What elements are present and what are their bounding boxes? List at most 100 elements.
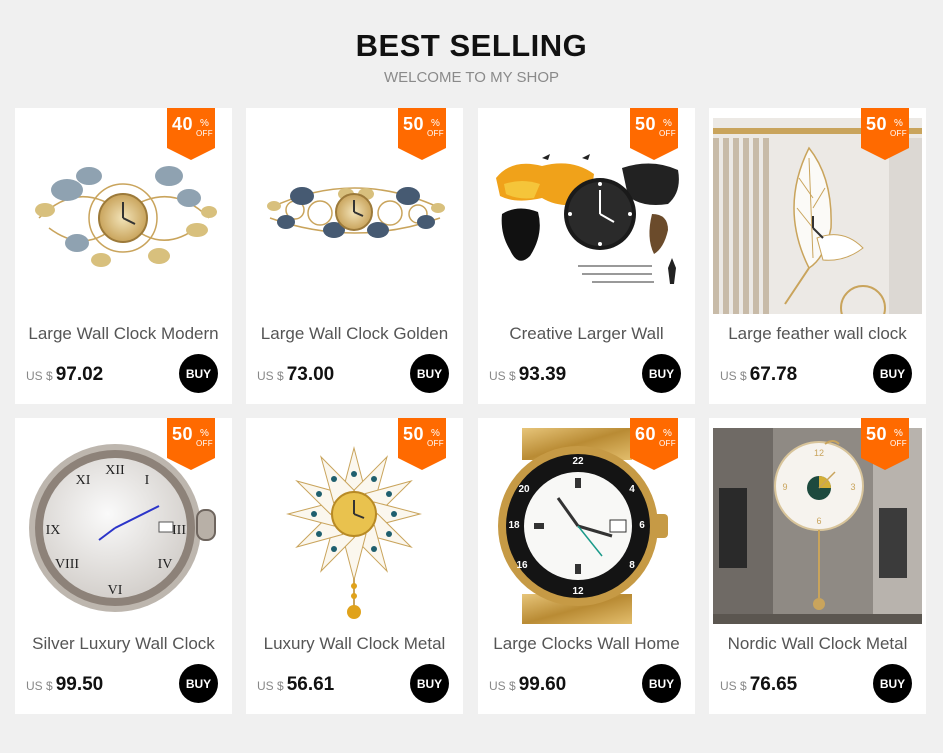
off-label: OFF	[427, 129, 444, 138]
product-name[interactable]: Silver Luxury Wall Clock	[15, 634, 232, 656]
buy-button[interactable]: BUY	[179, 664, 218, 703]
svg-text:16: 16	[516, 560, 528, 571]
product-card[interactable]: 22 4 6 8 12 16 18 20 60 % OFF Large Clocks Wa…	[478, 418, 695, 714]
svg-text:12: 12	[814, 448, 824, 458]
percent-sign: %	[200, 428, 209, 439]
svg-text:12: 12	[572, 586, 584, 597]
product-card[interactable]: XII VI IX III XI I VIII IV 50 % OFF Silver L…	[15, 418, 232, 714]
currency-label: US $	[26, 369, 53, 383]
svg-text:18: 18	[508, 520, 520, 531]
svg-text:3: 3	[850, 482, 855, 492]
discount-value: 60	[635, 424, 657, 444]
currency-label: US $	[257, 679, 284, 693]
svg-text:I: I	[145, 473, 150, 488]
svg-text:6: 6	[639, 520, 645, 531]
svg-text:VIII: VIII	[55, 557, 79, 572]
off-label: OFF	[196, 129, 213, 138]
percent-sign: %	[431, 118, 440, 129]
svg-text:20: 20	[518, 484, 530, 495]
discount-badge: 50 % OFF	[398, 418, 446, 470]
price: US $ 99.60	[489, 674, 566, 696]
currency-label: US $	[257, 369, 284, 383]
off-label: OFF	[427, 439, 444, 448]
buy-button[interactable]: BUY	[410, 664, 449, 703]
buy-button[interactable]: BUY	[642, 664, 681, 703]
svg-text:22: 22	[572, 456, 584, 467]
percent-sign: %	[663, 118, 672, 129]
product-name[interactable]: Large feather wall clock	[709, 324, 926, 346]
discount-value: 50	[403, 424, 425, 444]
discount-badge: 50 % OFF	[861, 108, 909, 160]
price-value: 67.78	[749, 364, 798, 385]
price-value: 73.00	[286, 364, 335, 385]
product-name[interactable]: Large Wall Clock Golden	[246, 324, 463, 346]
product-name[interactable]: Large Clocks Wall Home	[478, 634, 695, 656]
currency-label: US $	[489, 369, 516, 383]
price: US $ 97.02	[26, 364, 103, 386]
svg-text:9: 9	[782, 482, 787, 492]
price-value: 76.65	[749, 674, 798, 695]
off-label: OFF	[890, 129, 907, 138]
discount-value: 50	[635, 114, 657, 134]
svg-text:III: III	[172, 523, 186, 538]
off-label: OFF	[659, 129, 676, 138]
currency-label: US $	[720, 679, 747, 693]
price: US $ 67.78	[720, 364, 797, 386]
currency-label: US $	[720, 369, 747, 383]
page-header: BEST SELLING WELCOME TO MY SHOP	[0, 0, 943, 100]
product-name[interactable]: Luxury Wall Clock Metal	[246, 634, 463, 656]
product-card[interactable]: 50 % OFF Creative Larger Wall US $ 93.39…	[478, 108, 695, 404]
discount-value: 50	[172, 424, 194, 444]
svg-text:8: 8	[629, 560, 635, 571]
svg-text:VI: VI	[108, 583, 123, 598]
price-value: 97.02	[55, 364, 104, 385]
product-card[interactable]: 40 % OFF Large Wall Clock Modern US $ 97…	[15, 108, 232, 404]
svg-text:4: 4	[629, 484, 635, 495]
svg-text:XI: XI	[76, 473, 91, 488]
svg-text:IV: IV	[158, 557, 173, 572]
discount-value: 50	[403, 114, 425, 134]
buy-button[interactable]: BUY	[873, 664, 912, 703]
page-title: BEST SELLING	[355, 28, 588, 63]
percent-sign: %	[663, 428, 672, 439]
price: US $ 76.65	[720, 674, 797, 696]
price-value: 93.39	[518, 364, 567, 385]
page-subtitle: WELCOME TO MY SHOP	[383, 69, 560, 86]
price-value: 99.50	[55, 674, 104, 695]
discount-badge: 50 % OFF	[167, 418, 215, 470]
price-value: 99.60	[518, 674, 567, 695]
percent-sign: %	[431, 428, 440, 439]
off-label: OFF	[890, 439, 907, 448]
product-card[interactable]: 50 % OFF Luxury Wall Clock Metal US $ 56…	[246, 418, 463, 714]
price-value: 56.61	[286, 674, 335, 695]
product-name[interactable]: Large Wall Clock Modern	[15, 324, 232, 346]
discount-badge: 60 % OFF	[630, 418, 678, 470]
discount-badge: 50 % OFF	[630, 108, 678, 160]
discount-badge: 50 % OFF	[861, 418, 909, 470]
currency-label: US $	[26, 679, 53, 693]
svg-text:XII: XII	[105, 463, 125, 478]
off-label: OFF	[196, 439, 213, 448]
price: US $ 73.00	[257, 364, 334, 386]
discount-badge: 50 % OFF	[398, 108, 446, 160]
discount-value: 40	[172, 114, 194, 134]
discount-value: 50	[866, 424, 888, 444]
svg-text:6: 6	[816, 516, 821, 526]
off-label: OFF	[659, 439, 676, 448]
product-name[interactable]: Creative Larger Wall	[478, 324, 695, 346]
percent-sign: %	[894, 118, 903, 129]
buy-button[interactable]: BUY	[873, 354, 912, 393]
product-card[interactable]: 50 % OFF Large Wall Clock Golden US $ 73…	[246, 108, 463, 404]
percent-sign: %	[200, 118, 209, 129]
percent-sign: %	[894, 428, 903, 439]
product-name[interactable]: Nordic Wall Clock Metal	[709, 634, 926, 656]
discount-badge: 40 % OFF	[167, 108, 215, 160]
buy-button[interactable]: BUY	[410, 354, 449, 393]
buy-button[interactable]: BUY	[642, 354, 681, 393]
discount-value: 50	[866, 114, 888, 134]
buy-button[interactable]: BUY	[179, 354, 218, 393]
product-card[interactable]: 50 % OFF Large feather wall clock US $ 6…	[709, 108, 926, 404]
product-card[interactable]: 12 3 6 9 50 % OFF Nordic Wall Clock Metal U…	[709, 418, 926, 714]
currency-label: US $	[489, 679, 516, 693]
price: US $ 93.39	[489, 364, 566, 386]
